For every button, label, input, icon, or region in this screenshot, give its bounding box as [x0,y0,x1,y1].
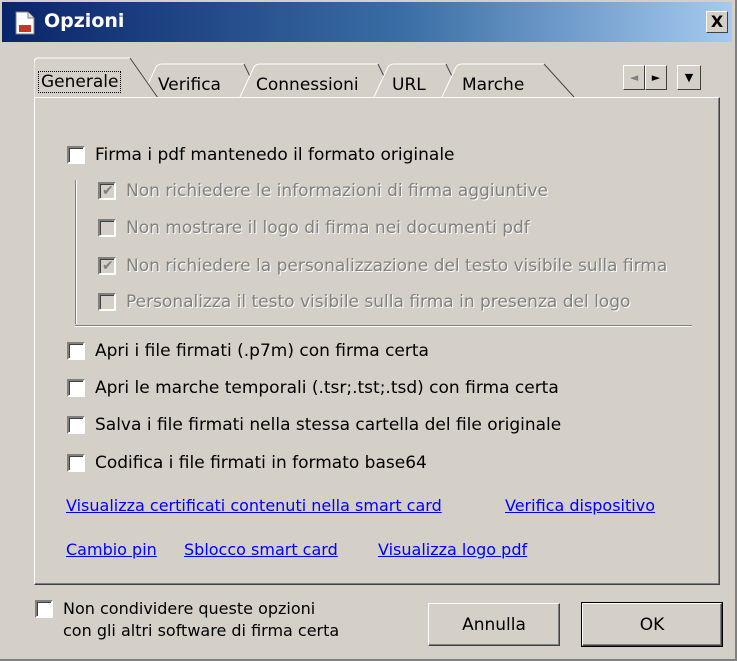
checkbox-open-p7m[interactable] [67,342,85,360]
suboption-no-custom-text[interactable]: ✔ Non richiedere la personalizzazione de… [98,254,667,278]
link-verify-device[interactable]: Verifica dispositivo [505,496,655,515]
tab-strip: Generale Verifica Connessioni URL Marche [34,55,594,99]
title-bar[interactable]: Opzioni X [2,2,732,42]
option-open-timestamps[interactable]: Apri le marche temporali (.tsr;.tst;.tsd… [67,376,559,400]
tab-scroll-controls: ◄ ► ▼ [623,65,722,92]
checkbox-no-logo[interactable] [98,219,116,237]
tab-scroll-left-button[interactable]: ◄ [623,65,645,90]
suboption-no-logo[interactable]: Non mostrare il logo di firma nei docume… [98,216,530,240]
link-change-pin[interactable]: Cambio pin [66,540,157,559]
arrow-right-icon: ► [651,71,661,84]
option-open-p7m[interactable]: Apri i file firmati (.p7m) con firma cer… [67,339,429,363]
close-button[interactable]: X [706,11,728,33]
ok-button-label: OK [639,614,665,635]
option-label: Non richiedere la personalizzazione del … [126,256,668,276]
link-view-certificates[interactable]: Visualizza certificati contenuti nella s… [66,496,442,515]
cancel-button[interactable]: Annulla [428,603,560,646]
option-pdf-format[interactable]: Firma i pdf mantenedo il formato origina… [67,143,455,167]
group-divider-vertical [75,180,76,324]
tab-marche[interactable]: Marche [462,75,524,95]
document-icon [15,11,35,35]
checkbox-custom-text-logo[interactable] [98,293,116,311]
dont-share-line-2: con gli altri software di firma certa [63,621,340,640]
check-icon: ✔ [102,183,114,199]
tab-scroll-right-button[interactable]: ► [645,65,667,90]
option-save-same-folder[interactable]: Salva i file firmati nella stessa cartel… [67,413,561,437]
link-unlock-smart-card[interactable]: Sblocco smart card [184,540,338,559]
option-dont-share[interactable]: Non condividere queste opzioni con gli a… [35,598,339,642]
option-label: Codifica i file firmati in formato base6… [95,453,427,473]
option-label: Non richiedere le informazioni di firma … [126,181,549,201]
checkbox-no-custom-text[interactable]: ✔ [98,257,116,275]
options-dialog: Opzioni X Generale Verifica Connessioni … [0,0,737,661]
check-icon: ✔ [102,258,114,274]
checkbox-dont-share[interactable] [35,600,53,618]
tab-generale[interactable]: Generale [38,71,122,93]
option-label: Salva i file firmati nella stessa cartel… [95,415,562,435]
option-label: Personalizza il testo visibile sulla fir… [126,292,631,312]
option-label: Apri le marche temporali (.tsr;.tst;.tsd… [95,378,559,398]
checkbox-no-info[interactable]: ✔ [98,182,116,200]
option-label: Non mostrare il logo di firma nei docume… [126,218,530,238]
window-title: Opzioni [44,10,125,32]
tab-connessioni[interactable]: Connessioni [256,75,359,95]
checkbox-base64[interactable] [67,454,85,472]
checkbox-pdf-format[interactable] [67,146,85,164]
cancel-button-label: Annulla [462,614,526,635]
option-base64[interactable]: Codifica i file firmati in formato base6… [67,451,427,475]
suboption-no-info[interactable]: ✔ Non richiedere le informazioni di firm… [98,179,548,203]
option-label: Apri i file firmati (.p7m) con firma cer… [95,341,429,361]
checkbox-open-timestamps[interactable] [67,379,85,397]
link-view-pdf-logo[interactable]: Visualizza logo pdf [378,540,527,559]
chevron-down-icon: ▼ [684,71,694,84]
close-icon: X [710,12,724,31]
suboption-custom-text-logo[interactable]: Personalizza il testo visibile sulla fir… [98,290,630,314]
tab-list-button[interactable]: ▼ [677,65,701,90]
checkbox-save-same-folder[interactable] [67,416,85,434]
tab-verifica[interactable]: Verifica [158,75,221,95]
dont-share-line-1: Non condividere queste opzioni [63,599,316,618]
arrow-left-icon: ◄ [629,71,639,84]
ok-button[interactable]: OK [581,602,723,647]
option-label: Firma i pdf mantenedo il formato origina… [95,145,455,165]
dont-share-label: Non condividere queste opzioni con gli a… [63,598,339,642]
tab-url[interactable]: URL [392,75,426,95]
group-divider-horizontal [75,325,692,326]
